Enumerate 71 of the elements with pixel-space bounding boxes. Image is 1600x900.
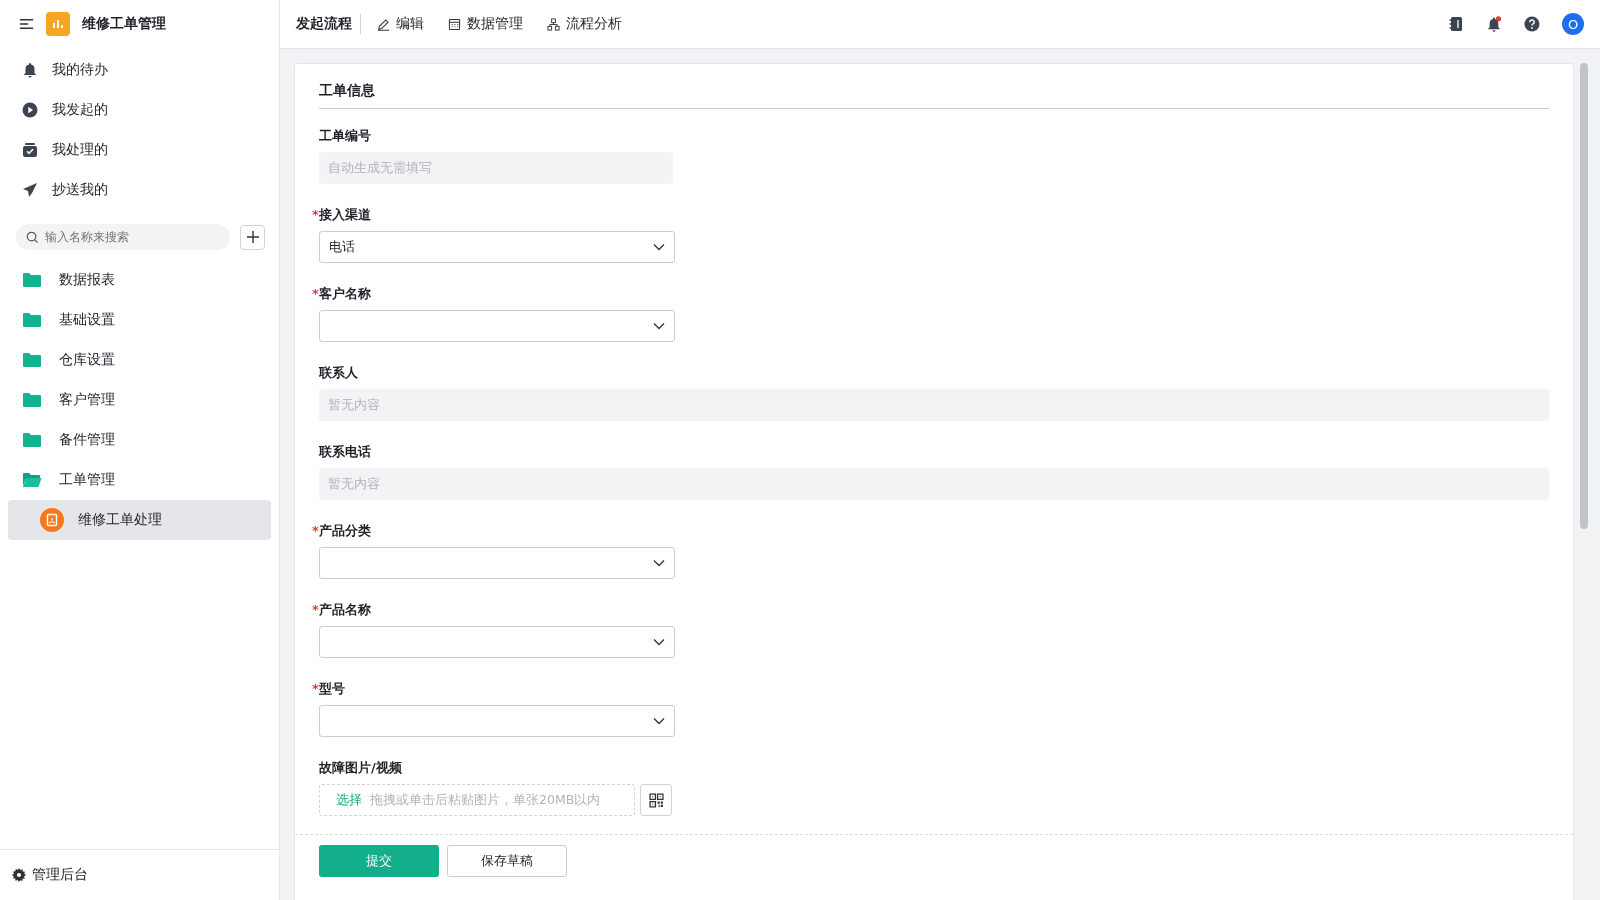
- field-label: 联系电话: [319, 443, 372, 461]
- search-field[interactable]: 输入名称来搜索: [16, 224, 230, 250]
- tree-child-item[interactable]: 维修工单处理: [8, 500, 271, 540]
- table-icon: [448, 17, 461, 31]
- user-avatar[interactable]: O: [1562, 13, 1584, 35]
- plus-icon: [245, 230, 260, 244]
- section-title: 工单信息: [319, 82, 1549, 109]
- select-field[interactable]: [319, 547, 675, 579]
- folder-item[interactable]: 数据报表: [0, 260, 279, 300]
- folder-icon: [22, 352, 42, 368]
- folder-icon: [22, 432, 42, 448]
- required-mark: *: [312, 681, 319, 696]
- save-draft-button[interactable]: 保存草稿: [447, 845, 567, 877]
- pencil-icon: [377, 17, 390, 31]
- top-tab[interactable]: 发起流程: [296, 15, 352, 33]
- hierarchy-icon: [547, 17, 560, 31]
- help-icon[interactable]: [1524, 16, 1540, 32]
- nav-item[interactable]: 我的待办: [0, 50, 279, 90]
- checked-box-icon: [22, 142, 38, 158]
- select-field[interactable]: [319, 626, 675, 658]
- input-field: 暂无内容: [319, 389, 1549, 421]
- play-icon: [22, 102, 38, 118]
- qr-code-button[interactable]: [640, 784, 672, 816]
- menu-icon[interactable]: [19, 18, 34, 30]
- folder-item[interactable]: 基础设置: [0, 300, 279, 340]
- bell-icon[interactable]: [1486, 16, 1502, 32]
- required-mark: *: [312, 523, 319, 538]
- field-label: 工单编号: [319, 127, 372, 145]
- chevron-down-icon: [653, 638, 665, 646]
- select-field[interactable]: [319, 310, 675, 342]
- chevron-down-icon: [653, 243, 665, 251]
- app-title: 维修工单管理: [82, 15, 166, 33]
- notebook-icon[interactable]: [1448, 16, 1464, 32]
- field-label: 故障图片/视频: [319, 759, 403, 777]
- clipboard-icon: [40, 508, 64, 532]
- chevron-down-icon: [653, 322, 665, 330]
- select-field[interactable]: 电话: [319, 231, 675, 263]
- required-mark: *: [312, 602, 319, 617]
- folder-icon: [22, 312, 42, 328]
- scrollbar-thumb[interactable]: [1580, 63, 1588, 529]
- bell-icon: [22, 62, 38, 78]
- qr-code-icon: [648, 792, 664, 808]
- folder-item[interactable]: 工单管理: [0, 460, 279, 500]
- bar-chart-icon: [46, 12, 70, 36]
- settings-icon: [12, 868, 26, 882]
- nav-item[interactable]: 我发起的: [0, 90, 279, 130]
- nav-item[interactable]: 抄送我的: [0, 170, 279, 210]
- chevron-down-icon: [653, 717, 665, 725]
- input-field: 暂无内容: [319, 468, 1549, 500]
- input-field: 自动生成无需填写: [319, 152, 673, 184]
- folder-item[interactable]: 仓库设置: [0, 340, 279, 380]
- folder-item[interactable]: 备件管理: [0, 420, 279, 460]
- top-tab[interactable]: 流程分析: [547, 15, 622, 33]
- add-button[interactable]: [240, 224, 265, 250]
- folder-item[interactable]: 客户管理: [0, 380, 279, 420]
- top-tab[interactable]: 编辑: [377, 15, 424, 33]
- folder-icon: [22, 272, 42, 288]
- paper-plane-icon: [22, 182, 38, 198]
- top-tab[interactable]: 数据管理: [448, 15, 523, 33]
- search-input[interactable]: 输入名称来搜索: [45, 225, 220, 249]
- upload-hint: 拖拽或单击后粘贴图片，单张20MB以内: [370, 791, 601, 809]
- search-icon: [26, 230, 39, 244]
- required-mark: *: [312, 286, 319, 301]
- folder-icon: [22, 392, 42, 408]
- select-field[interactable]: [319, 705, 675, 737]
- open-folder-icon: [22, 472, 42, 488]
- required-mark: *: [312, 207, 319, 222]
- admin-link[interactable]: 管理后台: [12, 866, 88, 884]
- nav-item[interactable]: 我处理的: [0, 130, 279, 170]
- field-label: 联系人: [319, 364, 359, 382]
- chevron-down-icon: [653, 559, 665, 567]
